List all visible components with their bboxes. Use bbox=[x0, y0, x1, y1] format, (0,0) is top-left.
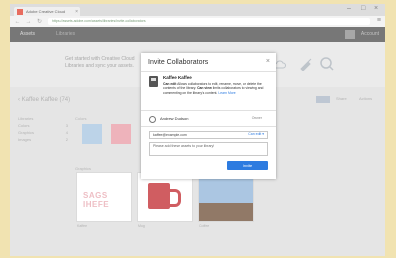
message-field[interactable]: Please add these assets to your library! bbox=[149, 142, 268, 156]
dialog-title: Invite Collaborators bbox=[148, 59, 209, 66]
learn-more-link[interactable]: Learn More bbox=[218, 91, 235, 95]
browser-window: Adobe Creative Cloud × – □ × ← → ↻ https… bbox=[10, 4, 385, 256]
owner-role: Owner bbox=[251, 116, 262, 120]
user-icon bbox=[149, 116, 156, 123]
invite-collaborators-dialog: Invite Collaborators × Kaffee Kaffee Can… bbox=[141, 53, 276, 179]
divider bbox=[141, 71, 276, 72]
close-icon[interactable]: × bbox=[266, 58, 270, 65]
library-name: Kaffee Kaffee bbox=[163, 75, 192, 80]
permission-description: Can edit Allows collaborators to edit, r… bbox=[163, 82, 264, 95]
divider bbox=[141, 110, 276, 111]
owner-name: Andrew Dudson bbox=[160, 116, 189, 121]
divider bbox=[141, 126, 276, 127]
library-icon bbox=[149, 76, 158, 87]
permission-dropdown[interactable]: Can edit ▾ bbox=[248, 132, 264, 136]
invite-button[interactable]: Invite bbox=[227, 161, 268, 170]
